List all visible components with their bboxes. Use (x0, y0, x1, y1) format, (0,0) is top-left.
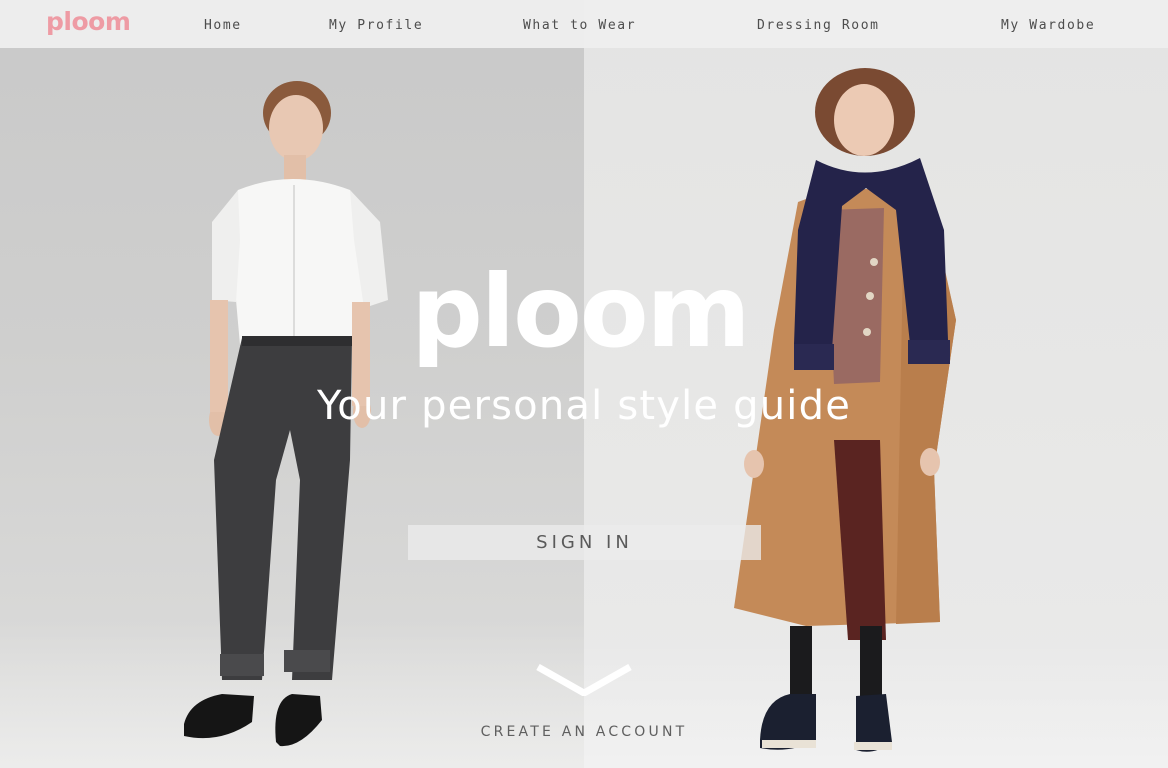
chevron-down-icon[interactable] (536, 664, 632, 696)
hero-title: ploom (0, 262, 1168, 362)
hero-title-text: ploom (411, 253, 750, 370)
create-account-link[interactable]: CREATE AN ACCOUNT (0, 724, 1168, 740)
sign-in-button[interactable]: SIGN IN (408, 525, 761, 560)
nav-item-my-wardrobe[interactable]: My Wardobe (1001, 18, 1095, 33)
brand-logo[interactable]: ploom (46, 7, 131, 36)
nav-item-my-profile[interactable]: My Profile (329, 18, 423, 33)
hero-subtitle: Your personal style guide (316, 383, 852, 429)
nav-item-dressing-room[interactable]: Dressing Room (757, 18, 880, 33)
nav-item-what-to-wear[interactable]: What to Wear (523, 18, 636, 33)
top-navbar: ploom Home My Profile What to Wear Dress… (0, 0, 1168, 48)
nav-item-home[interactable]: Home (204, 18, 242, 33)
